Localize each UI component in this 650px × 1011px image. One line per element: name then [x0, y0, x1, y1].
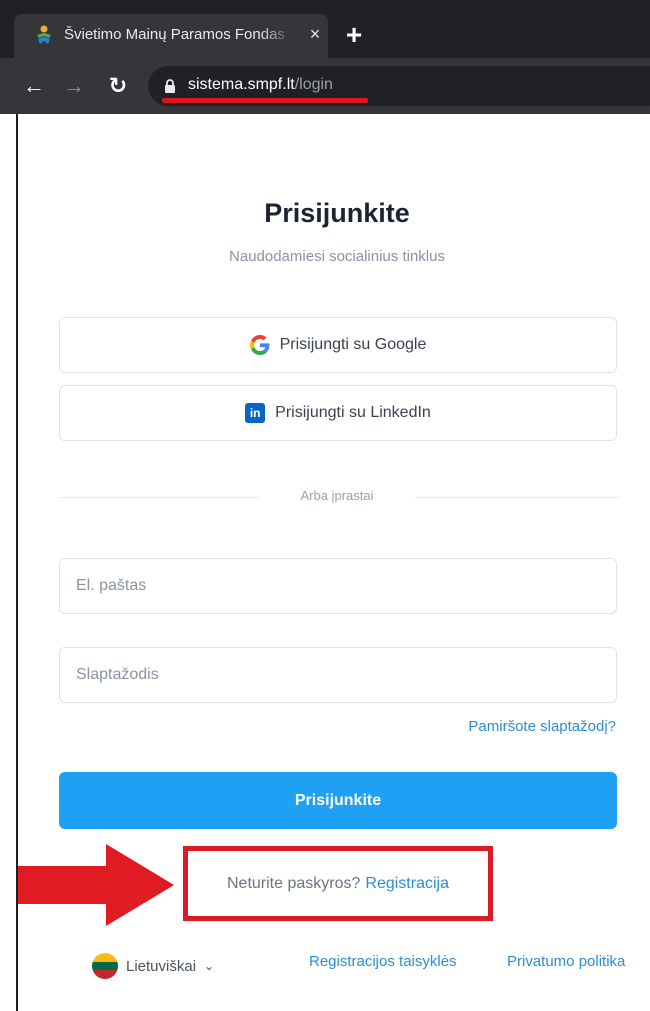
url-text: sistema.smpf.lt/login [188, 76, 333, 94]
url-highlight-underline [162, 98, 368, 103]
lock-icon [165, 79, 175, 93]
google-icon [249, 335, 269, 355]
divider-line-right [415, 497, 620, 498]
favicon-icon [37, 25, 51, 44]
no-account-text: Neturite paskyros? [227, 874, 361, 892]
privacy-policy-link[interactable]: Privatumo politika [507, 953, 625, 970]
lithuania-flag-icon [92, 953, 118, 979]
page-subtitle: Naudodamiesi socialinius tinklus [229, 248, 445, 265]
linkedin-icon: in [245, 403, 266, 423]
divider-line-left [59, 497, 259, 498]
chevron-down-icon: ⌄ [204, 959, 215, 973]
linkedin-login-button[interactable]: in Prisijungti su LinkedIn [59, 385, 617, 441]
page-title: Prisijunkite [264, 198, 410, 228]
register-link[interactable]: Registracija [365, 875, 449, 893]
new-tab-button[interactable]: + [340, 21, 368, 50]
registration-highlight-box: Neturite paskyros? Registracija [183, 846, 493, 921]
divider-text: Arba įprastai [300, 488, 374, 503]
login-submit-button[interactable]: Prisijunkite [59, 772, 617, 829]
red-arrow-annotation-icon [18, 844, 174, 926]
browser-tab-bar: Švietimo Mainų Paramos Fondas × + [0, 0, 650, 58]
forward-arrow-icon[interactable]: → [60, 72, 88, 100]
tab-title: Švietimo Mainų Paramos Fondas [64, 26, 285, 43]
registration-rules-link[interactable]: Registracijos taisyklės [309, 953, 457, 970]
url-host: sistema.smpf.lt [188, 76, 295, 93]
linkedin-login-label: Prisijungti su LinkedIn [275, 404, 431, 421]
browser-toolbar: ← → ↻ sistema.smpf.lt/login [0, 58, 650, 114]
language-label: Lietuviškai [126, 957, 197, 975]
google-login-button[interactable]: Prisijungti su Google [59, 317, 617, 373]
browser-tab[interactable]: Švietimo Mainų Paramos Fondas × [14, 14, 328, 58]
forgot-password-link[interactable]: Pamiršote slaptažodį? [468, 718, 616, 735]
back-arrow-icon[interactable]: ← [20, 72, 48, 100]
language-selector[interactable]: Lietuviškai ⌄ [92, 953, 214, 979]
close-icon[interactable]: × [304, 23, 326, 45]
reload-icon[interactable]: ↻ [104, 72, 132, 100]
google-login-label: Prisijungti su Google [279, 336, 427, 353]
password-field[interactable] [59, 647, 617, 703]
email-field[interactable] [59, 558, 617, 614]
url-path: /login [294, 76, 333, 93]
